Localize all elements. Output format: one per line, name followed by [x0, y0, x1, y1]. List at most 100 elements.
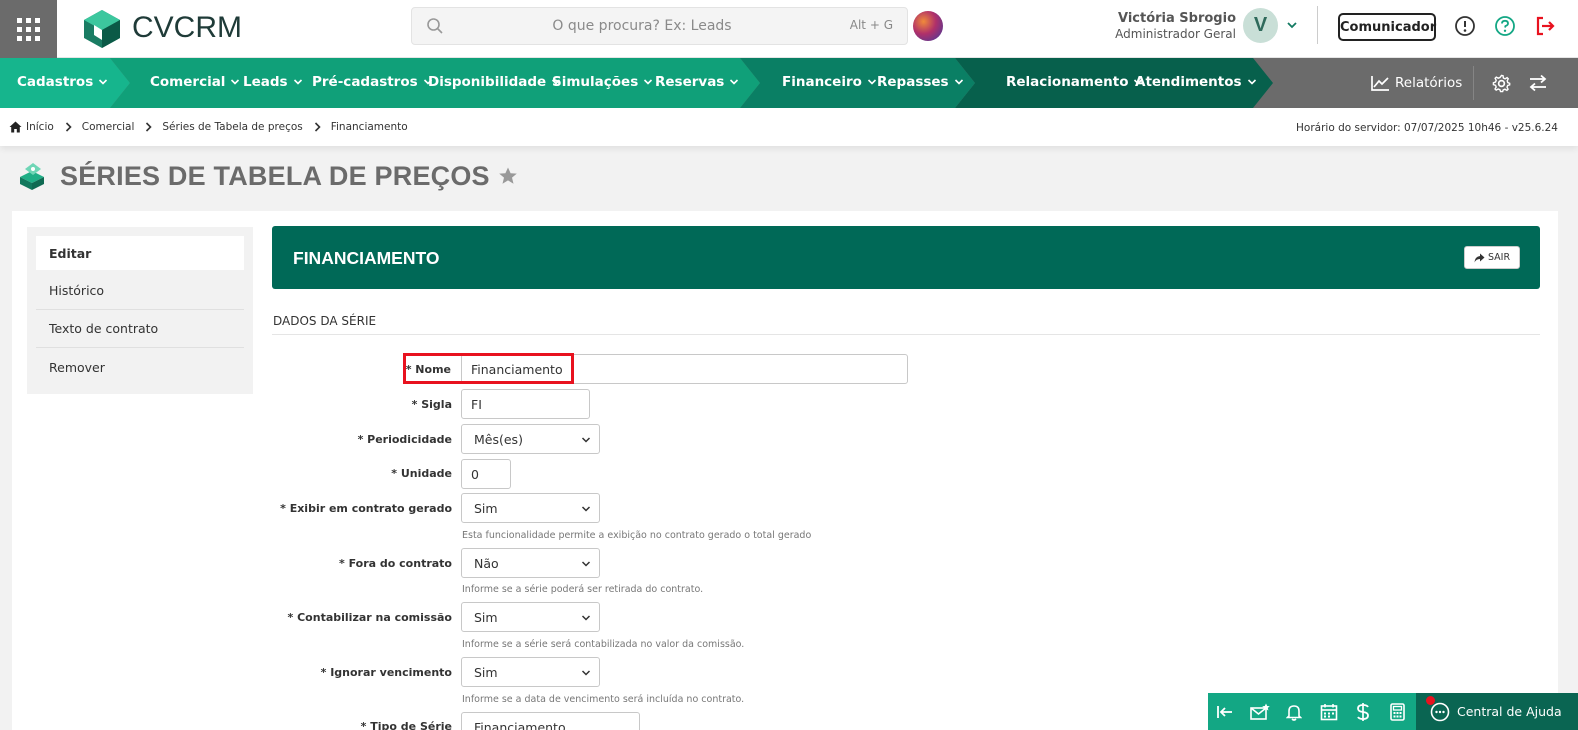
- search-shortcut: Alt + G: [849, 18, 893, 32]
- top-bar: CVCRM Alt + G Victória Sbrogio Administr…: [0, 0, 1578, 58]
- chevron-down-icon: [293, 79, 302, 85]
- calendar-button[interactable]: [1312, 693, 1347, 730]
- logout-icon[interactable]: [1534, 15, 1556, 37]
- comunicador-button[interactable]: Comunicador: [1338, 13, 1436, 41]
- tipo-serie-select[interactable]: Financiamento: [461, 712, 640, 730]
- nav-item-relacionamento[interactable]: Relacionamento: [1006, 74, 1143, 90]
- side-menu-historico[interactable]: Histórico: [36, 272, 244, 310]
- nav-item-comercial[interactable]: Comercial: [150, 74, 240, 90]
- calculator-button[interactable]: [1381, 693, 1416, 730]
- select-value: Sim: [474, 664, 498, 680]
- periodicidade-label: * Periodicidade: [357, 433, 452, 446]
- nav-item-leads[interactable]: Leads: [243, 74, 303, 90]
- globe-icon[interactable]: [913, 11, 943, 41]
- ignorar-vencimento-select[interactable]: Sim: [461, 657, 600, 687]
- nav-item-cadastros[interactable]: Cadastros: [17, 74, 108, 90]
- page-header: SÉRIES DE TABELA DE PREÇOS: [16, 160, 518, 192]
- nav-label: Disponibilidade: [428, 74, 547, 90]
- info-icon[interactable]: [1454, 15, 1476, 37]
- divider: [1473, 66, 1474, 100]
- select-value: Não: [474, 555, 499, 571]
- new-message-button[interactable]: [1243, 693, 1278, 730]
- logo[interactable]: CVCRM: [82, 8, 242, 48]
- nav-label: Repasses: [877, 74, 949, 90]
- chevron-down-icon: [644, 79, 653, 85]
- divider: [272, 334, 1540, 335]
- help-center-button[interactable]: Central de Ajuda: [1416, 693, 1578, 730]
- breadcrumb-bar: Início Comercial Séries de Tabela de pre…: [0, 108, 1578, 146]
- breadcrumb: Início Comercial Séries de Tabela de pre…: [9, 121, 408, 133]
- side-menu-texto-contrato[interactable]: Texto de contrato: [36, 310, 244, 348]
- nav-item-financeiro[interactable]: Financeiro: [782, 74, 877, 90]
- search-box[interactable]: Alt + G: [411, 7, 908, 45]
- page-title: SÉRIES DE TABELA DE PREÇOS: [60, 160, 490, 191]
- contabilizar-select[interactable]: Sim: [461, 602, 600, 632]
- fora-contrato-select[interactable]: Não: [461, 548, 600, 578]
- form-title: FINANCIAMENTO: [293, 248, 440, 268]
- nav-item-repasses[interactable]: Repasses: [877, 74, 964, 90]
- periodicidade-select[interactable]: Mês(es): [461, 424, 600, 454]
- breadcrumb-comercial[interactable]: Comercial: [82, 121, 135, 133]
- server-time: Horário do servidor: 07/07/2025 10h46 - …: [1296, 122, 1558, 134]
- bottom-toolbar: Central de Ajuda: [1208, 693, 1578, 730]
- collapse-toolbar-button[interactable]: [1208, 693, 1243, 730]
- gear-icon: [1492, 74, 1511, 92]
- cvcrm-logo-icon: [84, 10, 120, 48]
- nav-item-disponibilidade[interactable]: Disponibilidade: [428, 74, 561, 90]
- nome-input[interactable]: [461, 354, 908, 384]
- search-input[interactable]: [452, 8, 832, 44]
- swap-arrows-icon: [1529, 74, 1547, 92]
- user-name: Victória Sbrogio: [1117, 11, 1236, 26]
- chevron-down-icon: [581, 437, 591, 443]
- chevron-down-icon: [954, 79, 963, 85]
- price-table-icon: [20, 163, 44, 190]
- chevron-down-icon: [581, 561, 591, 567]
- settings-button[interactable]: [1492, 58, 1511, 108]
- finance-button[interactable]: [1346, 693, 1381, 730]
- nav-item-reservas[interactable]: Reservas: [655, 74, 739, 90]
- nav-item-pre-cadastros[interactable]: Pré-cadastros: [312, 74, 433, 90]
- chevron-down-icon: [867, 79, 876, 85]
- nav-item-atendimentos[interactable]: Atendimentos: [1135, 74, 1257, 90]
- logo-text: CVCRM: [132, 11, 242, 44]
- side-menu: Editar Histórico Texto de contrato Remov…: [27, 227, 253, 394]
- tipo-serie-label: * Tipo de Série: [360, 720, 452, 730]
- user-info[interactable]: Victória Sbrogio Administrador Geral: [1115, 11, 1236, 42]
- chevron-down-icon: [581, 670, 591, 676]
- fora-contrato-label: * Fora do contrato: [339, 557, 452, 570]
- ignorar-vencimento-help: Informe se a data de vencimento será inc…: [462, 694, 745, 705]
- help-icon[interactable]: [1494, 15, 1516, 37]
- nav-item-relatorios[interactable]: Relatórios: [1371, 58, 1462, 108]
- home-icon: [9, 121, 22, 133]
- calculator-icon: [1390, 702, 1406, 721]
- ignorar-vencimento-label: * Ignorar vencimento: [320, 666, 452, 679]
- sair-button[interactable]: SAIR: [1464, 246, 1520, 269]
- sigla-input[interactable]: [461, 389, 590, 419]
- chevron-down-icon: [1247, 79, 1256, 85]
- chevron-down-icon[interactable]: [1285, 18, 1299, 32]
- form-header: FINANCIAMENTO SAIR: [272, 226, 1540, 289]
- chevron-right-icon: [146, 122, 153, 132]
- select-value: Sim: [474, 609, 498, 625]
- nav-label: Atendimentos: [1135, 74, 1242, 90]
- chart-line-icon: [1371, 76, 1389, 91]
- calendar-icon: [1320, 703, 1338, 720]
- avatar[interactable]: V: [1243, 8, 1278, 43]
- breadcrumb-home[interactable]: Início: [26, 121, 54, 133]
- nav-label: Reservas: [655, 74, 725, 90]
- sigla-label: * Sigla: [411, 398, 452, 411]
- unidade-label: * Unidade: [391, 467, 452, 480]
- side-menu-remover[interactable]: Remover: [36, 348, 244, 386]
- switch-button[interactable]: [1528, 58, 1548, 108]
- unidade-input[interactable]: [461, 459, 511, 489]
- nav-item-simulacoes[interactable]: Simulações: [552, 74, 653, 90]
- star-icon[interactable]: [498, 166, 518, 186]
- apps-menu-button[interactable]: [0, 0, 57, 58]
- side-menu-editar[interactable]: Editar: [36, 236, 244, 270]
- breadcrumb-series[interactable]: Séries de Tabela de preços: [162, 121, 302, 133]
- notifications-button[interactable]: [1277, 693, 1312, 730]
- exibir-contrato-select[interactable]: Sim: [461, 493, 600, 523]
- chevron-down-icon: [581, 506, 591, 512]
- chevron-down-icon: [581, 615, 591, 621]
- breadcrumb-current: Financiamento: [330, 121, 408, 133]
